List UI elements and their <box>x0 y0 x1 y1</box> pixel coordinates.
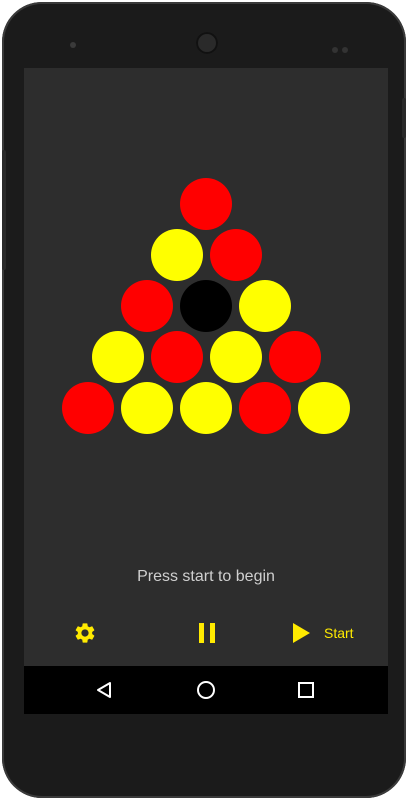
power-button <box>402 98 406 138</box>
yellow-ball[interactable] <box>150 229 203 281</box>
red-ball[interactable] <box>239 382 291 434</box>
front-camera <box>70 42 76 48</box>
yellow-ball[interactable] <box>180 382 232 434</box>
speaker-grille <box>196 32 218 54</box>
settings-button[interactable] <box>70 616 100 650</box>
pause-button[interactable] <box>192 616 222 650</box>
red-ball[interactable] <box>180 178 232 230</box>
red-ball[interactable] <box>268 331 321 383</box>
yellow-ball[interactable] <box>209 331 262 383</box>
pause-icon <box>199 623 215 643</box>
system-nav-bar <box>24 666 388 714</box>
red-ball[interactable] <box>62 382 114 434</box>
sensor-dots <box>332 40 352 53</box>
yellow-ball[interactable] <box>91 331 144 383</box>
control-bar: Start <box>24 616 388 650</box>
start-button[interactable]: Start <box>290 616 370 650</box>
home-button[interactable] <box>194 678 218 702</box>
volume-button <box>2 150 6 270</box>
recent-apps-button[interactable] <box>294 678 318 702</box>
recent-apps-icon <box>298 682 314 698</box>
start-label: Start <box>324 625 354 641</box>
red-ball[interactable] <box>209 229 262 281</box>
home-icon <box>197 681 215 699</box>
status-message: Press start to begin <box>137 568 275 585</box>
red-ball[interactable] <box>121 280 173 332</box>
app-screen: Press start to begin Start <box>24 68 388 714</box>
phone-frame: Press start to begin Start <box>2 2 406 798</box>
yellow-ball[interactable] <box>121 382 173 434</box>
red-ball[interactable] <box>150 331 203 383</box>
yellow-ball[interactable] <box>298 382 350 434</box>
back-button[interactable] <box>92 678 116 702</box>
peg-board <box>24 68 388 568</box>
back-icon <box>97 682 111 698</box>
yellow-ball[interactable] <box>239 280 291 332</box>
play-icon <box>293 623 310 643</box>
empty-hole[interactable] <box>180 280 232 332</box>
gear-icon <box>75 623 95 643</box>
